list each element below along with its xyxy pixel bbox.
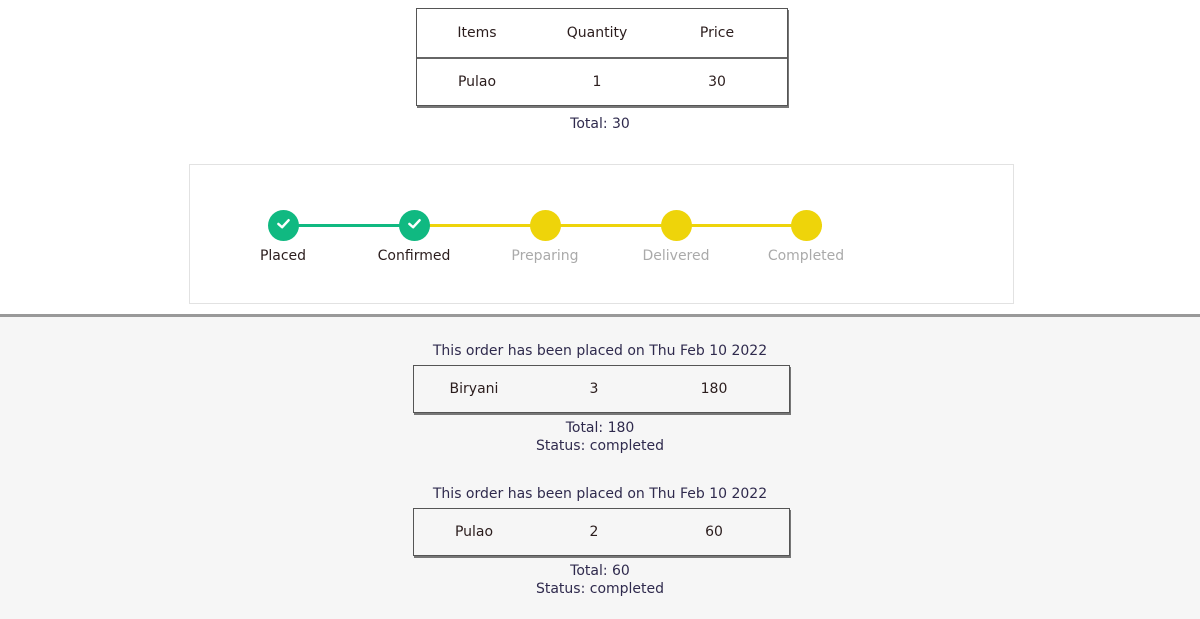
- order-items-table: Pulao 2 60: [413, 508, 790, 556]
- quantity-cell: 2: [589, 524, 599, 540]
- step-dot: [398, 210, 430, 241]
- column-header-items: Items: [457, 25, 497, 41]
- step-preparing: Preparing: [480, 210, 610, 264]
- quantity-cell: 1: [592, 74, 602, 90]
- quantity-cell: 3: [589, 381, 599, 397]
- table-row: Biryani 3 180: [414, 366, 789, 412]
- check-icon: [276, 216, 291, 235]
- order-placed-date: This order has been placed on Thu Feb 10…: [432, 343, 768, 359]
- step-delivered: Delivered: [611, 210, 741, 264]
- table-header-row: Items Quantity Price: [417, 9, 787, 57]
- step-placed: Placed: [218, 210, 348, 264]
- order-items-table: Biryani 3 180: [413, 365, 790, 413]
- step-label: Delivered: [642, 248, 710, 264]
- item-name-cell: Biryani: [449, 381, 499, 397]
- step-dot: [790, 210, 822, 241]
- order-total: Total: 180: [565, 420, 635, 436]
- item-name-cell: Pulao: [457, 74, 497, 90]
- step-label: Placed: [259, 248, 307, 264]
- check-icon: [407, 216, 422, 235]
- step-dot: [267, 210, 299, 241]
- step-dot: [660, 210, 692, 241]
- order-footer: Total: 180 Status: completed: [0, 419, 1200, 455]
- column-header-price: Price: [699, 25, 735, 41]
- item-name-cell: Pulao: [454, 524, 494, 540]
- order-status: Status: completed: [535, 438, 665, 454]
- order-status: Status: completed: [535, 581, 665, 597]
- table-row: Pulao 2 60: [414, 509, 789, 555]
- step-confirmed: Confirmed: [349, 210, 479, 264]
- order-history: This order has been placed on Thu Feb 10…: [0, 314, 1200, 619]
- price-cell: 60: [705, 524, 723, 540]
- step-label: Completed: [767, 248, 845, 264]
- step-label: Confirmed: [377, 248, 451, 264]
- column-header-quantity: Quantity: [566, 25, 628, 41]
- table-row: Pulao 1 30: [417, 57, 787, 105]
- order-placed-date: This order has been placed on Thu Feb 10…: [432, 486, 768, 502]
- step-label: Preparing: [511, 248, 579, 264]
- price-cell: 30: [708, 74, 726, 90]
- current-order-total: Total: 30: [570, 116, 630, 132]
- price-cell: 180: [700, 381, 728, 397]
- order-total: Total: 60: [570, 563, 630, 579]
- current-order-table: Items Quantity Price Pulao 1 30: [416, 8, 788, 106]
- step-completed: Completed: [741, 210, 871, 264]
- order-status-tracker: Placed Confirmed Preparing Delivered Com…: [189, 164, 1014, 304]
- order-footer: Total: 60 Status: completed: [0, 562, 1200, 598]
- past-order: This order has been placed on Thu Feb 10…: [0, 341, 1200, 455]
- past-order: This order has been placed on Thu Feb 10…: [0, 484, 1200, 598]
- step-dot: [529, 210, 561, 241]
